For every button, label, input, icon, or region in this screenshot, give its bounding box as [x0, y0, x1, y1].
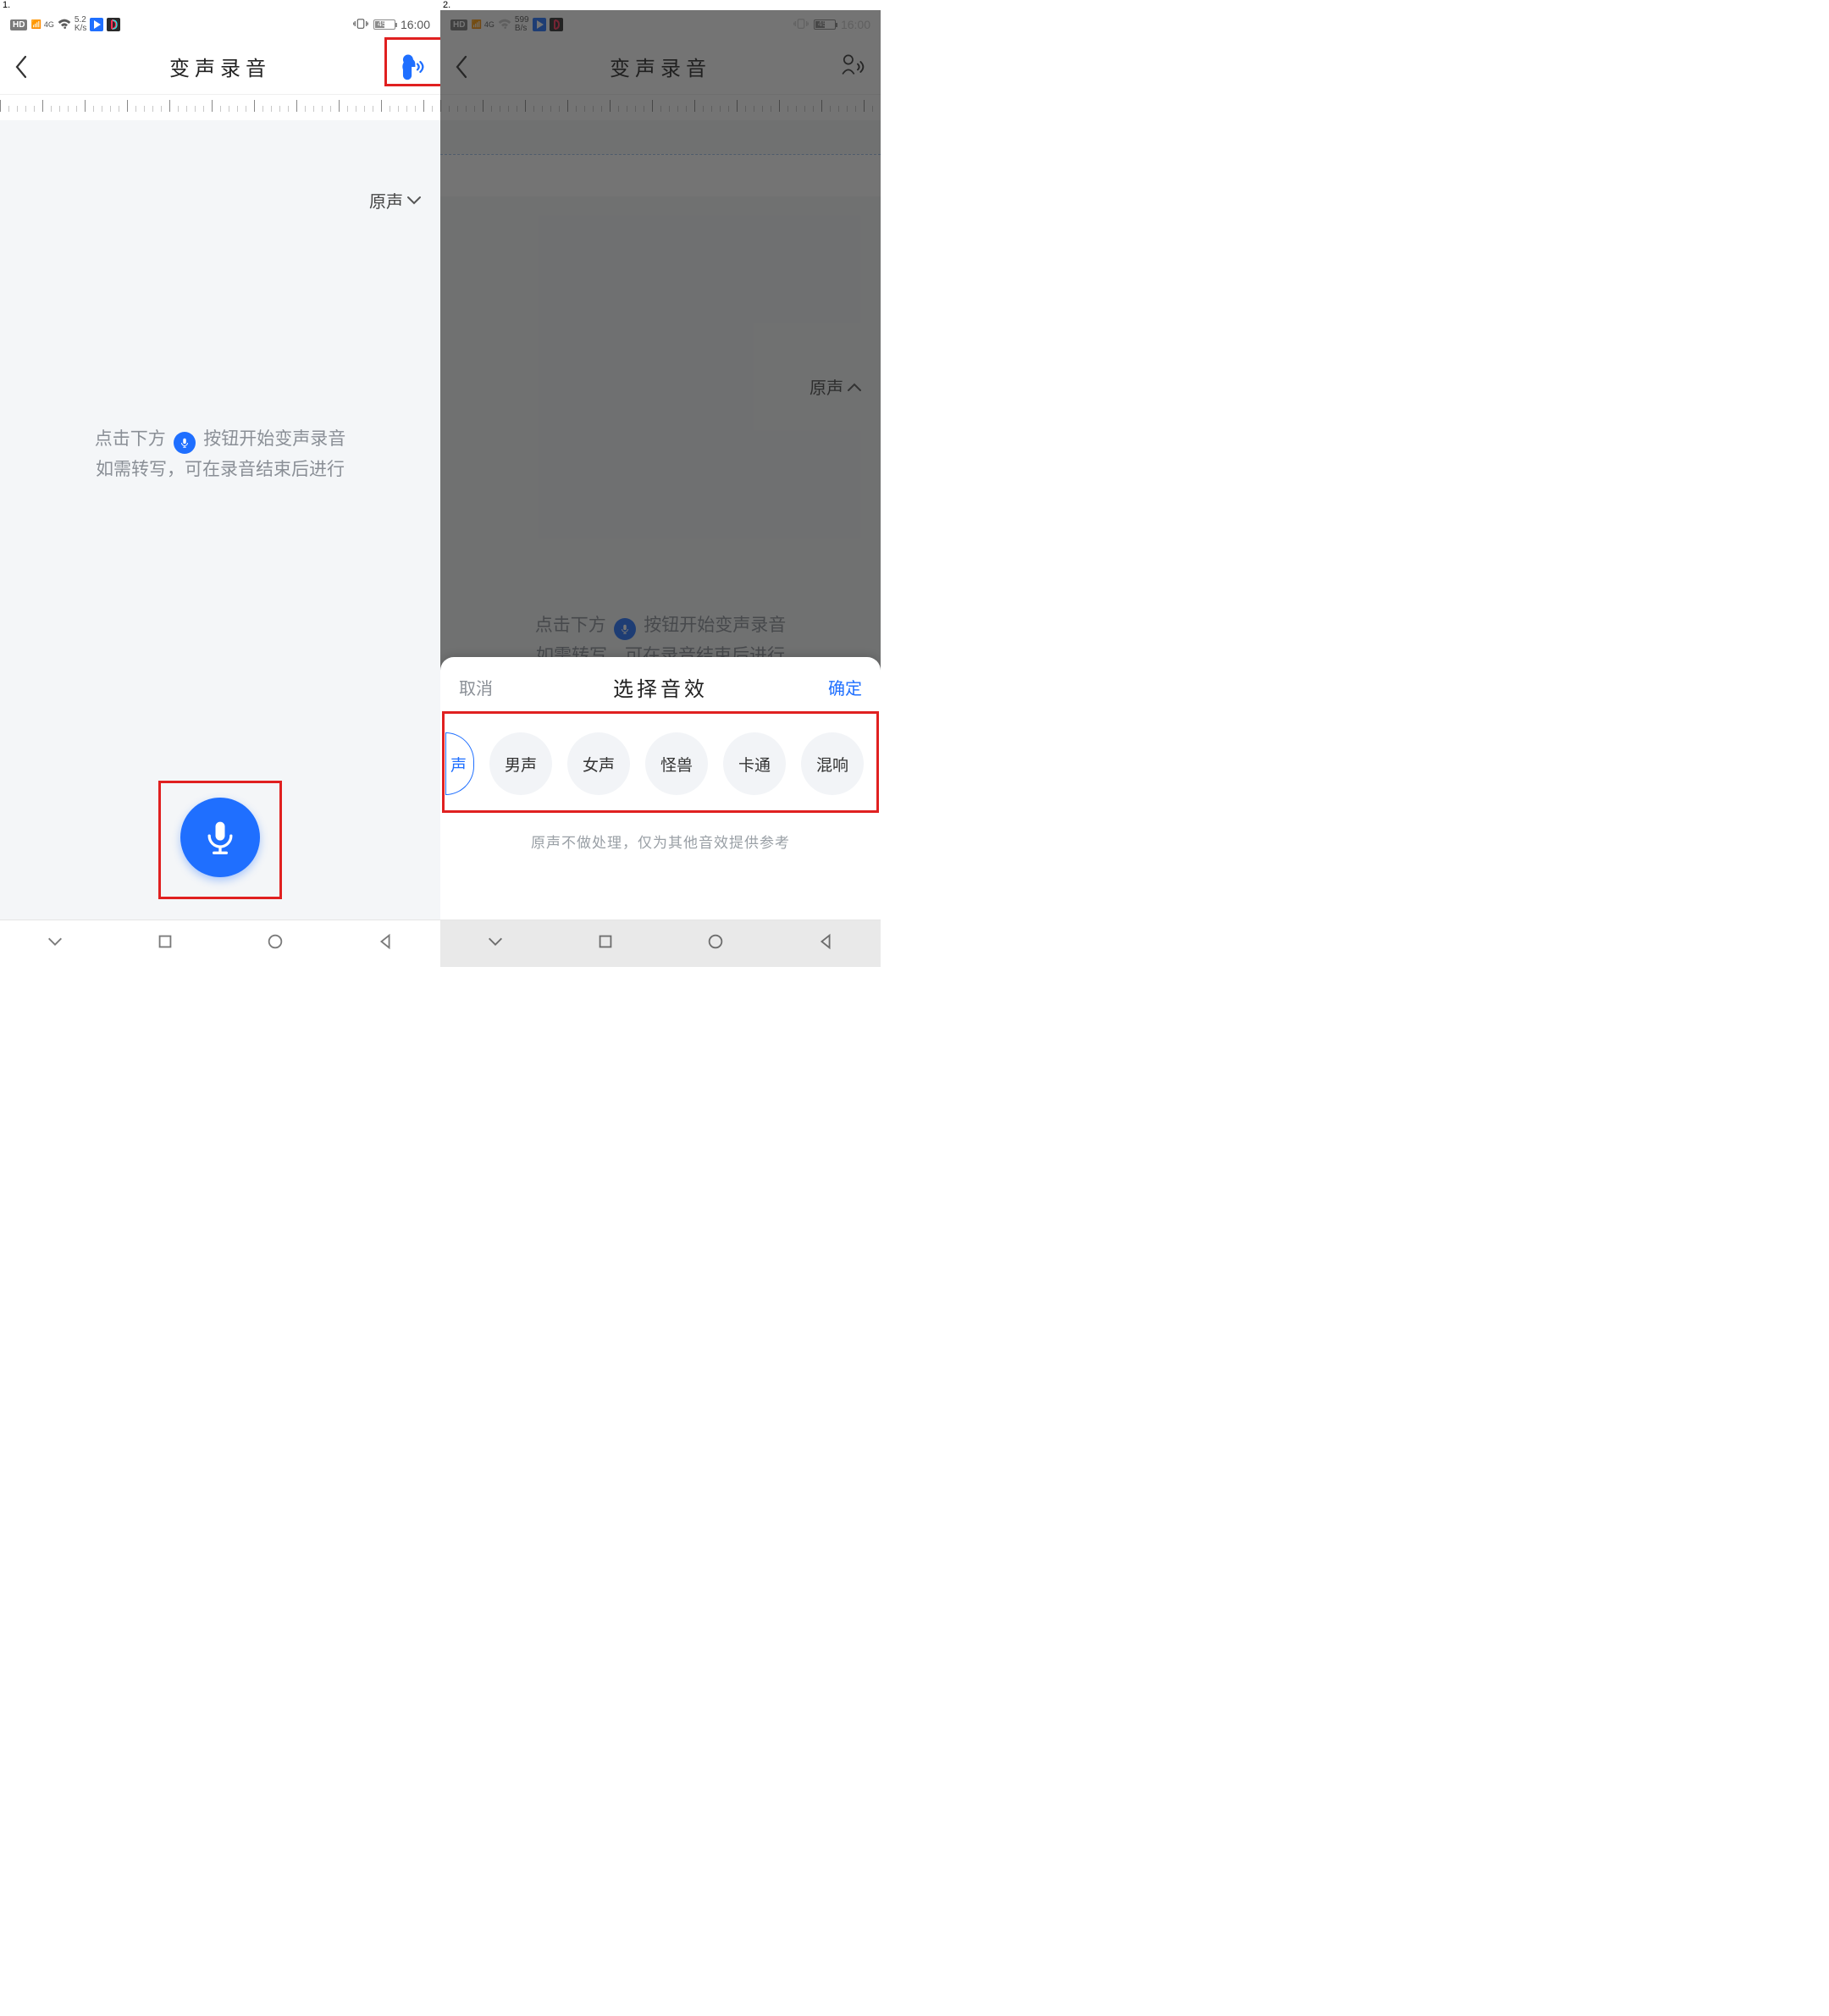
app-icon-1: [90, 18, 103, 31]
nav-home-button[interactable]: [266, 932, 285, 955]
effect-chip-monster[interactable]: 怪兽: [645, 732, 708, 795]
voice-type-selector[interactable]: 原声: [369, 188, 422, 213]
step-label-1: 1.: [3, 0, 10, 10]
page-title: 变声录音: [169, 52, 271, 81]
nav-recent-button[interactable]: [156, 932, 174, 955]
battery-icon: 45: [373, 19, 395, 30]
sheet-confirm-button[interactable]: 确定: [828, 675, 862, 699]
effect-chip-cartoon[interactable]: 卡通: [723, 732, 786, 795]
effect-chip-original[interactable]: 声: [445, 732, 474, 795]
nav-hide-button[interactable]: [486, 932, 505, 955]
effect-picker-sheet: 取消 选择音效 确定 声 男声 女声 怪兽 卡通 混响 原声不做处理，仅为其他音…: [440, 657, 881, 920]
clock: 16:00: [401, 18, 430, 31]
sheet-title: 选择音效: [613, 672, 708, 702]
app-icon-2: [107, 18, 120, 31]
network-type: 4G: [44, 20, 54, 29]
nav-back-button[interactable]: [816, 932, 835, 955]
system-nav-bar: [0, 920, 440, 967]
signal-icon: 📶: [30, 20, 40, 30]
net-speed: 5.2K/s: [75, 16, 86, 33]
voice-change-button[interactable]: [393, 47, 432, 86]
effect-chip-row[interactable]: 声 男声 女声 怪兽 卡通 混响: [440, 709, 881, 812]
effect-chip-reverb[interactable]: 混响: [801, 732, 864, 795]
nav-back-button[interactable]: [376, 932, 395, 955]
sheet-note: 原声不做处理，仅为其他音效提供参考: [440, 831, 881, 852]
nav-home-button[interactable]: [706, 932, 725, 955]
hd-badge: HD: [10, 19, 27, 30]
effect-chip-female[interactable]: 女声: [567, 732, 630, 795]
step-label-2: 2.: [443, 0, 450, 10]
back-button[interactable]: [8, 54, 34, 80]
mic-icon: [202, 819, 239, 856]
wifi-icon: [58, 18, 71, 31]
nav-recent-button[interactable]: [596, 932, 615, 955]
status-bar: HD 📶 4G 5.2K/s: [0, 10, 440, 39]
sheet-cancel-button[interactable]: 取消: [459, 675, 493, 699]
timeline-ruler: /*placeholder*/: [0, 95, 440, 120]
effect-chip-male[interactable]: 男声: [489, 732, 552, 795]
hint-text: 点击下方 按钮开始变声录音 如需转写，可在录音结束后进行: [0, 423, 440, 484]
title-bar: 变声录音: [0, 39, 440, 95]
content-area: 原声 点击下方 按钮开始变声录音 如需转写，可在录音结束后进行: [0, 154, 440, 908]
record-button[interactable]: [180, 798, 260, 877]
nav-hide-button[interactable]: [46, 932, 64, 955]
system-nav-bar: [440, 920, 881, 967]
chevron-down-icon: [406, 196, 422, 206]
mic-inline-icon: [174, 432, 196, 454]
vibrate-icon: [353, 18, 368, 32]
